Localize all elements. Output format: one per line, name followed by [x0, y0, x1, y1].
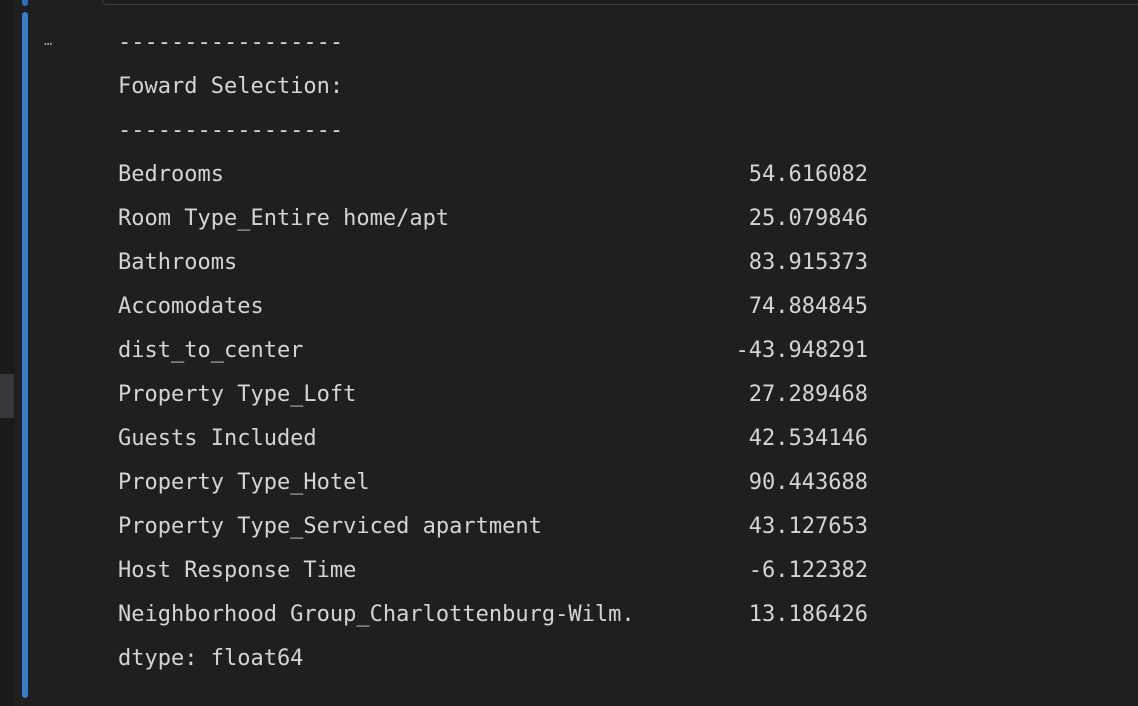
gutter-scroll-indicator[interactable]: [0, 374, 14, 418]
series-index-label: Neighborhood Group_Charlottenburg-Wilm.: [118, 602, 635, 627]
series-value: 42.534146: [748, 426, 868, 451]
cell-execution-bar[interactable]: [22, 12, 28, 698]
series-value: 13.186426: [748, 602, 868, 627]
series-row: Property Type_Loft 27.289468: [118, 373, 1118, 417]
series-row: Neighborhood Group_Charlottenburg-Wilm. …: [118, 593, 1118, 637]
series-index-label: Bathrooms: [118, 250, 238, 275]
series-value: 27.289468: [748, 382, 868, 407]
more-actions-icon[interactable]: …: [44, 30, 76, 52]
series-row: Accomodates 74.884845: [118, 285, 1118, 329]
cell-output-text: ----------------- Foward Selection: ----…: [118, 21, 1118, 681]
series-index-label: Room Type_Entire home/apt: [118, 206, 450, 231]
series-row: dist_to_center -43.948291: [118, 329, 1118, 373]
series-index-label: Property Type_Loft: [118, 382, 357, 407]
series-row: Room Type_Entire home/apt 25.079846: [118, 197, 1118, 241]
series-row: Guests Included 42.534146: [118, 417, 1118, 461]
series-dtype: dtype: float64: [118, 646, 304, 671]
series-value: 54.616082: [748, 162, 868, 187]
output-heading: Foward Selection:: [118, 74, 344, 99]
series-row: Host Response Time -6.122382: [118, 549, 1118, 593]
series-row: Bedrooms 54.616082: [118, 153, 1118, 197]
notebook-output-cell: … ----------------- Foward Selection: --…: [0, 0, 1138, 706]
input-cell-border: [102, 0, 1138, 5]
series-value: -43.948291: [735, 338, 868, 363]
series-index-label: dist_to_center: [118, 338, 304, 363]
series-row: Bathrooms 83.915373: [118, 241, 1118, 285]
series-value: 90.443688: [748, 470, 868, 495]
series-index-label: Guests Included: [118, 426, 317, 451]
series-index-label: Accomodates: [118, 294, 264, 319]
series-row: Property Type_Hotel 90.443688: [118, 461, 1118, 505]
previous-cell-indicator: [22, 0, 28, 6]
separator-line: -----------------: [118, 118, 344, 143]
series-value: 43.127653: [748, 514, 868, 539]
editor-gutter: [0, 0, 14, 706]
series-row: Property Type_Serviced apartment 43.1276…: [118, 505, 1118, 549]
series-index-label: Host Response Time: [118, 558, 357, 583]
series-value: 83.915373: [748, 250, 868, 275]
series-index-label: Property Type_Serviced apartment: [118, 514, 542, 539]
series-value: 74.884845: [748, 294, 868, 319]
series-value: -6.122382: [748, 558, 868, 583]
series-value: 25.079846: [748, 206, 868, 231]
series-index-label: Bedrooms: [118, 162, 224, 187]
separator-line: -----------------: [118, 30, 344, 55]
series-index-label: Property Type_Hotel: [118, 470, 370, 495]
